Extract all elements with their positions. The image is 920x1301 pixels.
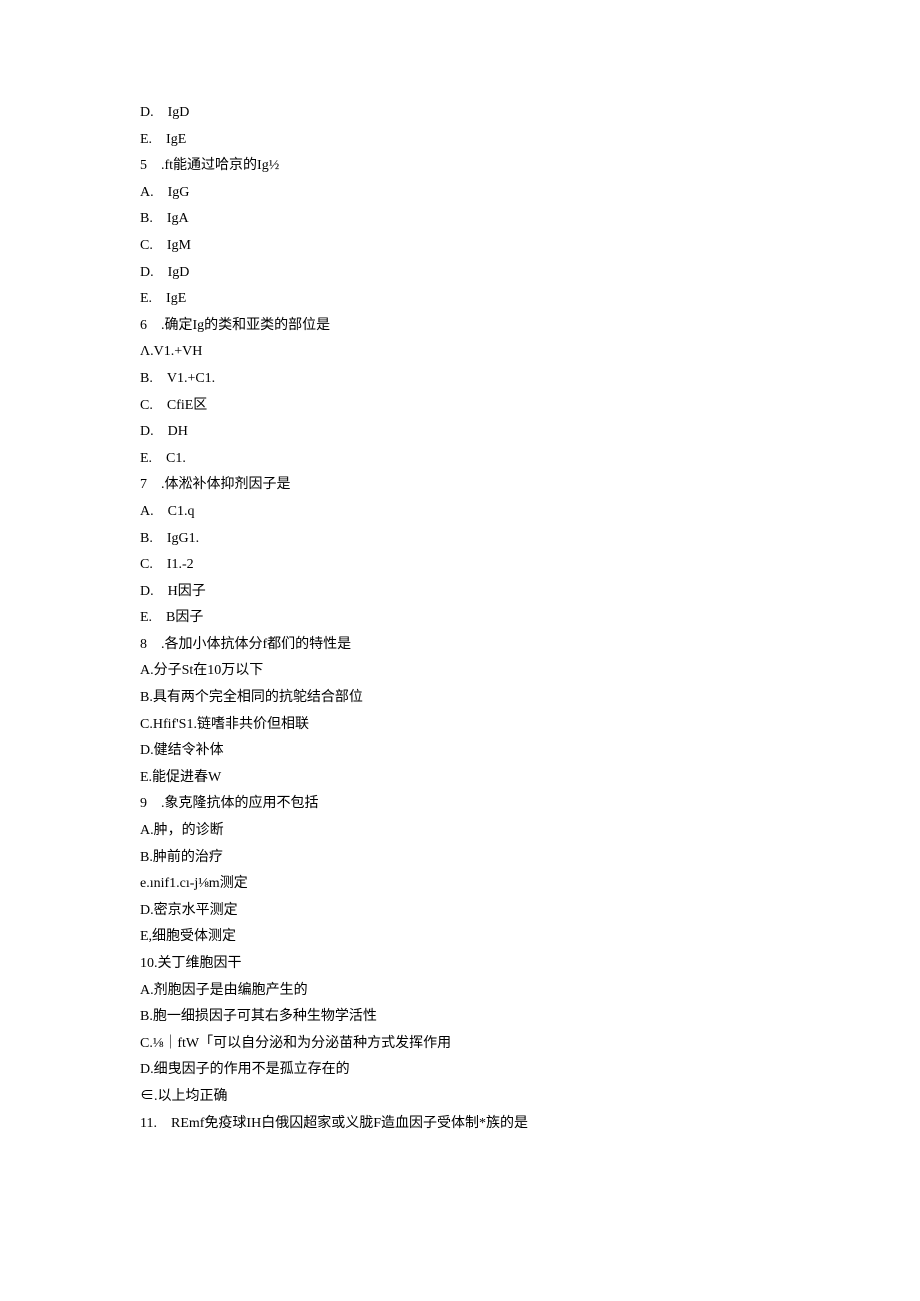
text-line: A.分子St在10万以下 [140,658,780,685]
text-line: D.密京水平测定 [140,898,780,925]
text-line: B.肿前的治疗 [140,845,780,872]
text-line: C. IgM [140,233,780,260]
text-line: 7 .体淞补体抑剂因子是 [140,472,780,499]
text-line: 5 .ft能通过哈京的Ig½ [140,153,780,180]
text-line: C.Hfif'S1.链嗜非共价但相联 [140,712,780,739]
text-line: E. IgE [140,127,780,154]
text-line: D. H因子 [140,579,780,606]
text-line: C. I1.-2 [140,552,780,579]
text-line: B.具有两个完全相同的抗鸵结合部位 [140,685,780,712]
text-line: B. IgA [140,206,780,233]
text-line: A.剂胞因子是由编胞产生的 [140,978,780,1005]
text-line: 10.关丁维胞因干 [140,951,780,978]
text-line: e.ınif1.cı-j⅛m测定 [140,871,780,898]
text-line: D.细曳因子的作用不是孤立存在的 [140,1057,780,1084]
text-line: C. CfiE区 [140,393,780,420]
text-line: ∈.以上均正确 [140,1084,780,1111]
text-line: B. V1.+C1. [140,366,780,393]
text-line: A. C1.q [140,499,780,526]
text-line: 8 .各加小体抗体分f都们的特性是 [140,632,780,659]
text-line: 6 .确定Ig的类和亚类的部位是 [140,313,780,340]
text-line: C.⅛｜ftW「可以自分泌和为分泌苗种方式发挥作用 [140,1031,780,1058]
text-line: B. IgG1. [140,526,780,553]
text-line: D.健结令补体 [140,738,780,765]
text-line: E,细胞受体测定 [140,924,780,951]
text-line: E.能促进春W [140,765,780,792]
text-line: A. IgG [140,180,780,207]
text-line: 9 .象克隆抗体的应用不包括 [140,791,780,818]
text-line: A.肿，的诊断 [140,818,780,845]
text-line: E. B因子 [140,605,780,632]
text-line: 11. REmf免疫球IH白俄囚超家或义胧F造血因子受体制*族的是 [140,1111,780,1138]
text-line: E. IgE [140,286,780,313]
text-line: B.胞一细损因子可其右多种生物学活性 [140,1004,780,1031]
text-line: D. DH [140,419,780,446]
text-line: E. C1. [140,446,780,473]
text-line: Λ.V1.+VH [140,339,780,366]
text-line: D. IgD [140,100,780,127]
text-line: D. IgD [140,260,780,287]
document-content: D. IgD E. IgE 5 .ft能通过哈京的Ig½ A. IgG B. I… [0,0,920,1197]
